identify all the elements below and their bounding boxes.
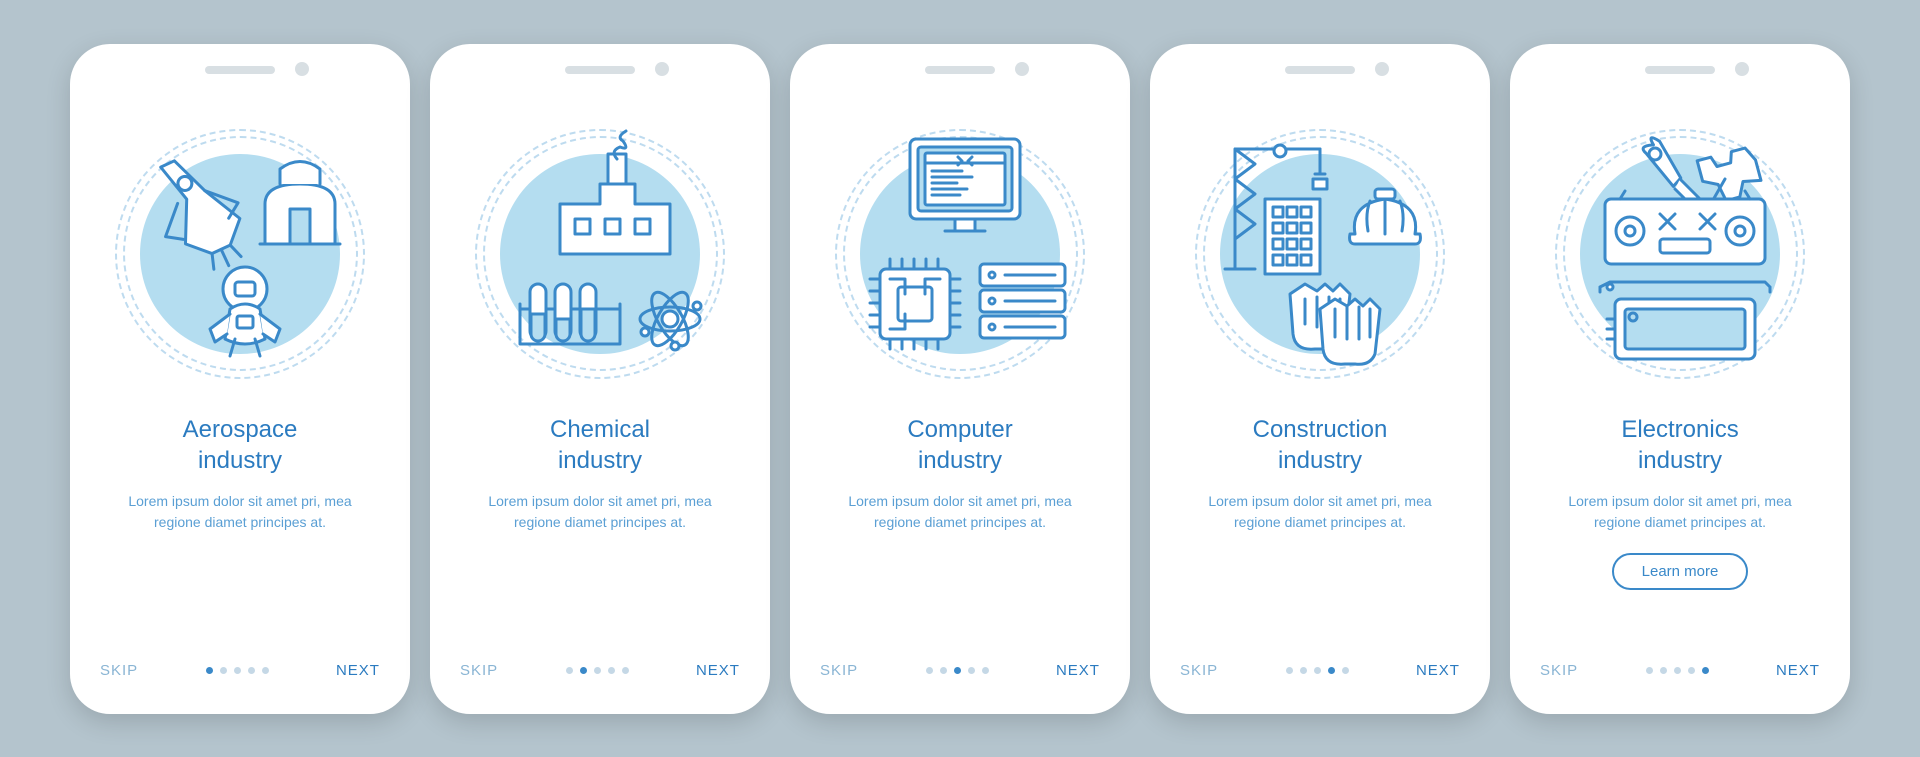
construction-icon [1190,124,1450,384]
title: Aerospace industry [100,414,380,476]
next-button[interactable]: NEXT [1056,662,1100,679]
electronics-icon [1550,124,1810,384]
skip-button[interactable]: SKIP [460,662,498,679]
page-dots [566,667,629,674]
page-dots [206,667,269,674]
chemical-illustration [470,124,730,384]
page-dots [1286,667,1349,674]
page-dots [926,667,989,674]
title: Chemical industry [460,414,740,476]
description: Lorem ipsum dolor sit amet pri, mea regi… [820,491,1100,533]
construction-illustration [1190,124,1450,384]
learn-more-button[interactable]: Learn more [1612,553,1749,590]
description: Lorem ipsum dolor sit amet pri, mea regi… [1540,491,1820,533]
phone-computer: Computer industry Lorem ipsum dolor sit … [790,44,1130,714]
skip-button[interactable]: SKIP [1540,662,1578,679]
description: Lorem ipsum dolor sit amet pri, mea regi… [460,491,740,533]
title: Computer industry [820,414,1100,476]
next-button[interactable]: NEXT [1416,662,1460,679]
title: Construction industry [1180,414,1460,476]
skip-button[interactable]: SKIP [1180,662,1218,679]
aerospace-illustration [110,124,370,384]
phone-electronics: Electronics industry Lorem ipsum dolor s… [1510,44,1850,714]
description: Lorem ipsum dolor sit amet pri, mea regi… [100,491,380,533]
phone-chemical: Chemical industry Lorem ipsum dolor sit … [430,44,770,714]
chemical-icon [470,124,730,384]
description: Lorem ipsum dolor sit amet pri, mea regi… [1180,491,1460,533]
electronics-illustration [1550,124,1810,384]
next-button[interactable]: NEXT [336,662,380,679]
aerospace-icon [110,124,370,384]
title: Electronics industry [1540,414,1820,476]
computer-icon [830,124,1090,384]
onboarding-screens: Aerospace industry Lorem ipsum dolor sit… [30,4,1890,754]
phone-aerospace: Aerospace industry Lorem ipsum dolor sit… [70,44,410,714]
skip-button[interactable]: SKIP [100,662,138,679]
phone-construction: Construction industry Lorem ipsum dolor … [1150,44,1490,714]
next-button[interactable]: NEXT [696,662,740,679]
computer-illustration [830,124,1090,384]
next-button[interactable]: NEXT [1776,662,1820,679]
skip-button[interactable]: SKIP [820,662,858,679]
page-dots [1646,667,1709,674]
